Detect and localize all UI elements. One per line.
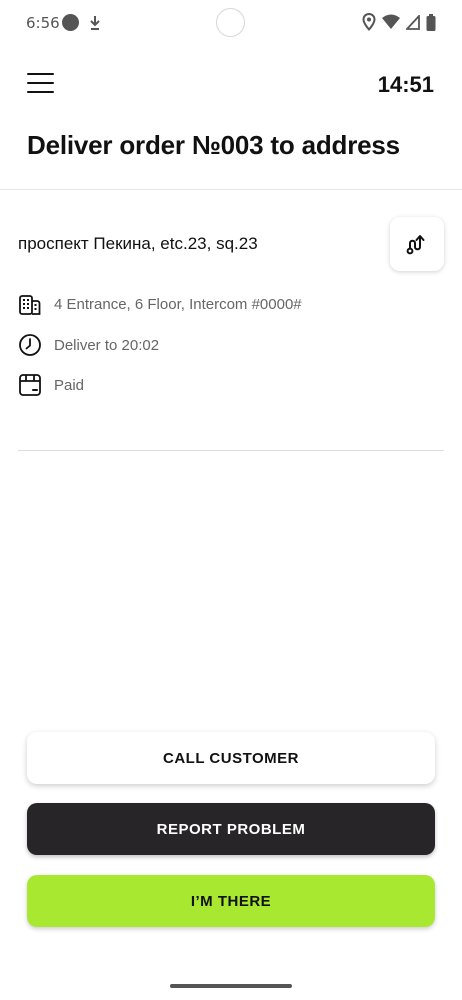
status-icons <box>362 13 436 31</box>
building-icon <box>18 292 42 316</box>
wifi-icon <box>382 14 400 29</box>
delivery-time-info: Deliver to 20:02 <box>18 333 159 357</box>
entrance-info: 4 Entrance, 6 Floor, Intercom #0000# <box>18 292 302 316</box>
signal-icon <box>406 14 420 30</box>
divider <box>0 189 462 190</box>
hamburger-menu-icon[interactable] <box>27 72 55 94</box>
status-time: 6:56 <box>26 14 60 32</box>
status-bar: 6:56 <box>0 0 462 46</box>
divider <box>18 450 444 451</box>
location-icon <box>362 13 376 31</box>
route-button[interactable] <box>390 217 444 271</box>
payment-info: Paid <box>18 373 84 397</box>
download-arrow-icon <box>90 16 100 30</box>
home-indicator[interactable] <box>170 984 292 988</box>
entrance-text: 4 Entrance, 6 Floor, Intercom #0000# <box>54 295 302 313</box>
call-customer-button[interactable]: CALL CUSTOMER <box>27 732 435 784</box>
route-icon <box>406 235 425 255</box>
battery-icon <box>426 13 436 31</box>
camera-cutout <box>216 8 245 37</box>
delivery-time-text: Deliver to 20:02 <box>54 336 160 354</box>
delivery-address: проспект Пекина, etc.23, sq.23 <box>18 234 258 253</box>
notification-dot-icon <box>62 14 79 31</box>
header-clock: 14:51 <box>377 72 434 97</box>
app-header: 14:51 <box>0 60 462 110</box>
report-problem-button[interactable]: REPORT PROBLEM <box>27 803 435 855</box>
page-title: Deliver order №003 to address <box>27 130 400 160</box>
im-there-button[interactable]: I’M THERE <box>27 875 435 927</box>
clock-icon <box>18 333 42 357</box>
wallet-icon <box>18 373 42 397</box>
payment-status-text: Paid <box>54 376 85 394</box>
